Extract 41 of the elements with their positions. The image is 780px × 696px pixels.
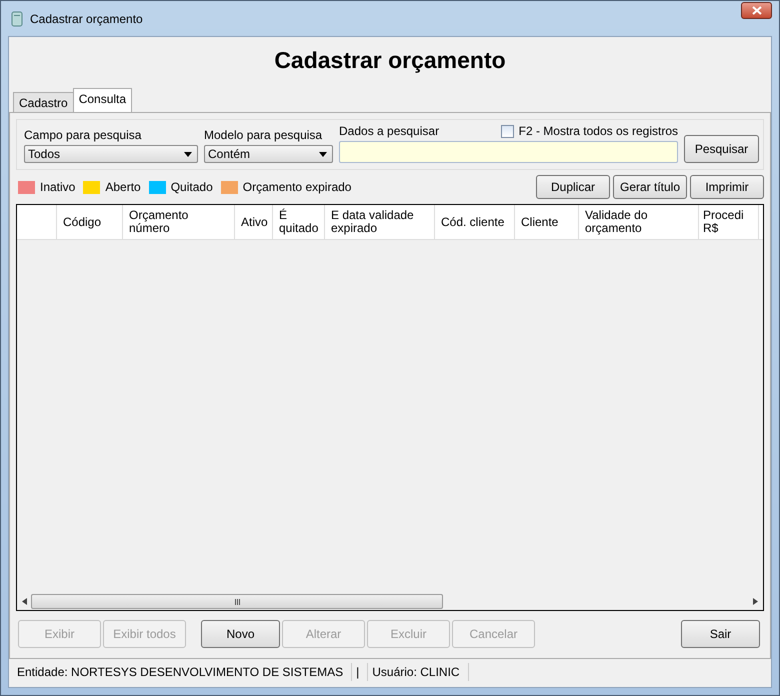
action-button[interactable]: Duplicar [536, 175, 610, 199]
document-icon [10, 10, 24, 26]
search-input-field[interactable] [339, 141, 678, 163]
status-text: Entidade: NORTESYS DESENVOLVIMENTO DE SISTEMAS [13, 663, 352, 681]
window-title: Cadastrar orçamento [30, 12, 143, 26]
search-button[interactable]: Pesquisar [684, 135, 759, 163]
dropdown-arrow-icon [319, 152, 327, 156]
column-header[interactable]: E data validade expirado [331, 209, 428, 235]
column-header[interactable]: Cód. cliente [441, 216, 504, 228]
column-header[interactable]: Ativo [241, 216, 268, 228]
page-heading: Cadastrar orçamento [273, 46, 507, 75]
tab[interactable]: Cadastro [13, 92, 74, 112]
close-button[interactable] [741, 2, 772, 19]
dropdown-arrow-icon [184, 152, 192, 156]
column-header[interactable]: Código [63, 216, 102, 228]
scroll-left-icon[interactable] [22, 598, 27, 605]
status-text: Usuário: CLINIC [368, 663, 469, 681]
legend-label: Orçamento expirado [242, 180, 352, 194]
scrollbar-thumb[interactable] [31, 594, 443, 609]
action-button[interactable]: Imprimir [690, 175, 764, 199]
legend-label: Aberto [105, 180, 141, 194]
action-button[interactable]: Gerar título [613, 175, 687, 199]
close-icon [752, 6, 762, 15]
search-model-dropdown[interactable]: Contém [204, 145, 333, 163]
field-label: Campo para pesquisa [24, 128, 142, 142]
legend-label: Inativo [40, 180, 76, 194]
button[interactable]: Novo [201, 620, 280, 648]
field-label: Dados a pesquisar [339, 124, 440, 138]
column-header[interactable]: Procedi R$ [703, 209, 758, 235]
show-all-checkbox[interactable]: F2 - Mostra todos os registros [500, 124, 678, 138]
field-label: Modelo para pesquisa [204, 128, 324, 142]
column-header[interactable]: Validade do orçamento [585, 209, 692, 235]
column-header[interactable]: Orçamento número [129, 209, 228, 235]
button[interactable]: Sair [681, 620, 760, 648]
legend-label: Quitado [170, 180, 213, 194]
tab[interactable]: Consulta [72, 88, 132, 112]
column-header[interactable]: É quitado [279, 209, 318, 235]
status-text: | [352, 663, 368, 681]
scroll-right-icon[interactable] [753, 598, 758, 605]
column-header[interactable]: Cliente [521, 216, 558, 228]
search-field-dropdown[interactable]: Todos [24, 145, 198, 163]
